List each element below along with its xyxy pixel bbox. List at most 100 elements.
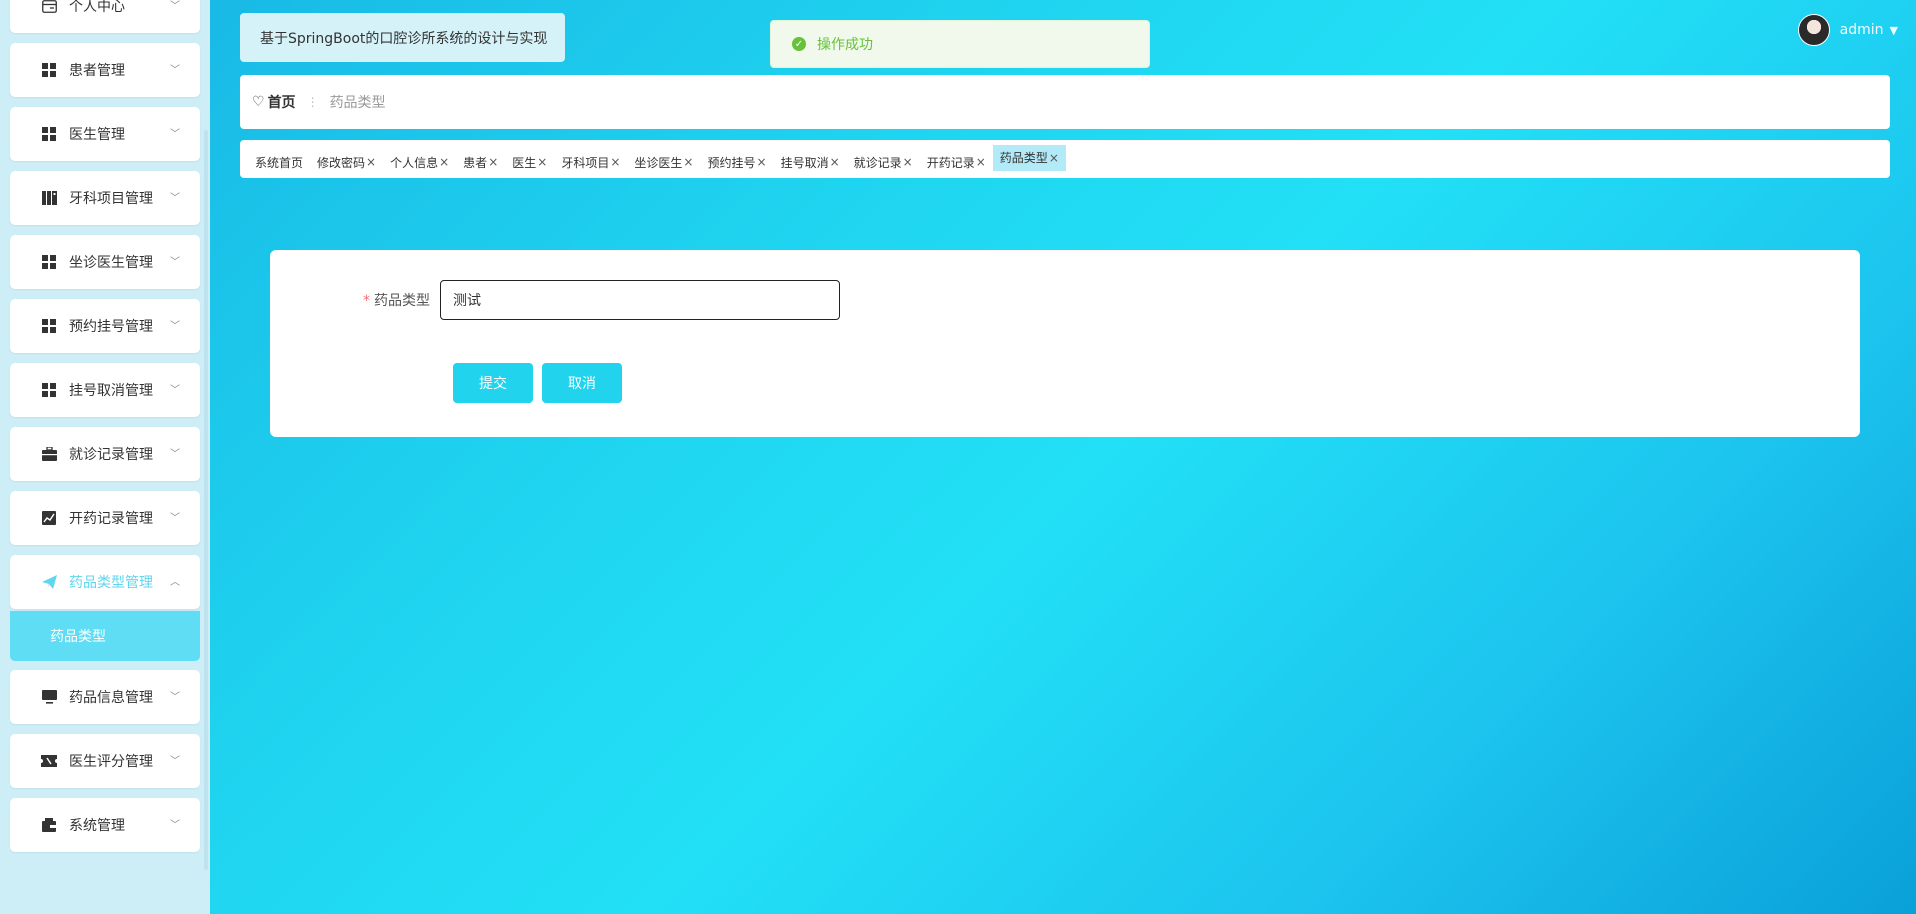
sidebar-item-label: 坐诊医生管理: [69, 255, 153, 271]
chevron-down-icon: ﹀: [170, 449, 180, 460]
sidebar-item[interactable]: 就诊记录管理 ﹀: [10, 427, 200, 481]
chevron-down-icon: ﹀: [170, 1, 180, 12]
close-icon[interactable]: ×: [537, 155, 547, 169]
field-label-text: 药品类型: [374, 293, 430, 309]
tab-tag[interactable]: 坐诊医生 ×: [627, 149, 700, 175]
sidebar-item[interactable]: 医生管理 ﹀: [10, 107, 200, 161]
sidebar-item[interactable]: 医生评分管理 ﹀: [10, 734, 200, 788]
sidebar-menu: 个人中心 ﹀ 患者管理 ﹀ 医生管理 ﹀ 牙科项目管理 ﹀ 坐诊医生管理 ﹀ 预约挂号管理 ﹀ 挂号取消…: [10, 0, 200, 862]
user-menu[interactable]: admin ▼: [1797, 14, 1898, 46]
breadcrumb-current: 药品类型: [329, 95, 386, 111]
chevron-down-icon: ﹀: [170, 756, 180, 767]
chevron-down-icon: ﹀: [170, 692, 180, 703]
grid-icon: [41, 62, 57, 78]
sidebar-item[interactable]: 开药记录管理 ﹀: [10, 491, 200, 545]
success-toast: ✓ 操作成功: [770, 20, 1150, 68]
breadcrumb-separator: ⋮: [306, 95, 319, 109]
username[interactable]: admin: [1840, 22, 1884, 38]
tab-tag[interactable]: 药品类型 ×: [992, 144, 1066, 171]
sidebar-item-label: 开药记录管理: [69, 511, 153, 527]
sidebar: 个人中心 ﹀ 患者管理 ﹀ 医生管理 ﹀ 牙科项目管理 ﹀ 坐诊医生管理 ﹀ 预约挂号管理 ﹀ 挂号取消…: [0, 0, 210, 914]
submit-button[interactable]: 提交: [453, 363, 533, 403]
tab-tag[interactable]: 个人信息 ×: [383, 149, 456, 175]
wallet-icon: [41, 817, 57, 833]
sidebar-item-label: 挂号取消管理: [69, 383, 153, 399]
close-icon[interactable]: ×: [488, 155, 498, 169]
ticket-icon: [41, 753, 57, 769]
sidebar-item[interactable]: 预约挂号管理 ﹀: [10, 299, 200, 353]
close-icon[interactable]: ×: [1049, 151, 1059, 165]
breadcrumb: ♡ 首页 ⋮ 药品类型: [240, 75, 1890, 129]
sidebar-item-label: 预约挂号管理: [69, 319, 153, 335]
tag-label[interactable]: 牙科项目: [561, 154, 609, 171]
tab-tag[interactable]: 预约挂号 ×: [700, 149, 773, 175]
close-icon[interactable]: ×: [610, 155, 620, 169]
chevron-down-icon: ﹀: [170, 820, 180, 831]
grid-icon: [41, 126, 57, 142]
sidebar-scrollbar[interactable]: [204, 130, 208, 870]
tab-tag[interactable]: 修改密码 ×: [310, 149, 383, 175]
tag-label[interactable]: 患者: [463, 154, 487, 171]
caret-down-icon[interactable]: ▼: [1890, 24, 1898, 37]
tag-label[interactable]: 挂号取消: [781, 154, 829, 171]
close-icon[interactable]: ×: [830, 155, 840, 169]
cancel-button[interactable]: 取消: [542, 363, 622, 403]
tags-view: 系统首页 修改密码 × 个人信息 × 患者 × 医生 × 牙科项目 × 坐诊医生 × 预约挂号 × 挂号取消 ×…: [240, 140, 1890, 178]
chevron-up-icon: ︿: [170, 577, 180, 588]
submenu-item[interactable]: 药品类型: [10, 611, 200, 661]
close-icon[interactable]: ×: [976, 155, 986, 169]
field-label: * 药品类型: [270, 290, 440, 310]
tab-tag[interactable]: 开药记录 ×: [920, 149, 993, 175]
sidebar-item[interactable]: 个人中心 ﹀: [10, 0, 200, 33]
close-icon[interactable]: ×: [757, 155, 767, 169]
chevron-down-icon: ﹀: [170, 129, 180, 140]
tag-label[interactable]: 医生: [512, 154, 536, 171]
form-card: *药品类型 提交 取消: [270, 250, 1860, 437]
book-icon: [41, 190, 57, 206]
sidebar-item-label: 医生管理: [69, 127, 125, 143]
tab-tag[interactable]: 患者 ×: [456, 149, 505, 175]
breadcrumb-home[interactable]: ♡ 首页: [252, 92, 296, 112]
chevron-down-icon: ﹀: [170, 257, 180, 268]
sidebar-item[interactable]: 牙科项目管理 ﹀: [10, 171, 200, 225]
sidebar-item[interactable]: 药品信息管理 ﹀: [10, 670, 200, 724]
sidebar-item-label: 就诊记录管理: [69, 447, 153, 463]
sidebar-item-label: 药品类型管理: [69, 575, 153, 591]
tag-label[interactable]: 开药记录: [927, 154, 975, 171]
sidebar-item-label: 系统管理: [69, 818, 125, 834]
tab-tag[interactable]: 系统首页: [248, 149, 310, 175]
tag-label[interactable]: 药品类型: [1000, 149, 1048, 166]
grid-icon: [41, 382, 57, 398]
tab-tag[interactable]: 挂号取消 ×: [774, 149, 847, 175]
sidebar-item[interactable]: 药品类型管理 ︿: [10, 555, 200, 609]
grid-icon: [41, 318, 57, 334]
tab-tag[interactable]: 牙科项目 ×: [554, 149, 627, 175]
avatar[interactable]: [1797, 14, 1830, 46]
chevron-down-icon: ﹀: [170, 513, 180, 524]
chevron-down-icon: ﹀: [170, 193, 180, 204]
sidebar-item[interactable]: 坐诊医生管理 ﹀: [10, 235, 200, 289]
close-icon[interactable]: ×: [439, 155, 449, 169]
sidebar-item[interactable]: 患者管理 ﹀: [10, 43, 200, 97]
tab-tag[interactable]: 医生 ×: [505, 149, 554, 175]
sidebar-item[interactable]: 挂号取消管理 ﹀: [10, 363, 200, 417]
close-icon[interactable]: ×: [683, 155, 693, 169]
sidebar-item[interactable]: 系统管理 ﹀: [10, 798, 200, 852]
sidebar-item-label: 药品信息管理: [69, 690, 153, 706]
chevron-down-icon: ﹀: [170, 65, 180, 76]
tag-label[interactable]: 个人信息: [390, 154, 438, 171]
close-icon[interactable]: ×: [903, 155, 913, 169]
tag-label[interactable]: 系统首页: [255, 154, 303, 171]
sidebar-item-label: 患者管理: [69, 63, 125, 79]
briefcase-icon: [41, 446, 57, 462]
medicine-type-input[interactable]: [440, 280, 840, 320]
tag-label[interactable]: 坐诊医生: [634, 154, 682, 171]
tag-label[interactable]: 就诊记录: [854, 154, 902, 171]
tag-label[interactable]: 预约挂号: [707, 154, 755, 171]
sidebar-item-label: 个人中心: [69, 0, 125, 15]
required-mark: *: [363, 293, 370, 309]
breadcrumb-home-label[interactable]: 首页: [268, 92, 296, 112]
tab-tag[interactable]: 就诊记录 ×: [847, 149, 920, 175]
close-icon[interactable]: ×: [366, 155, 376, 169]
tag-label[interactable]: 修改密码: [317, 154, 365, 171]
